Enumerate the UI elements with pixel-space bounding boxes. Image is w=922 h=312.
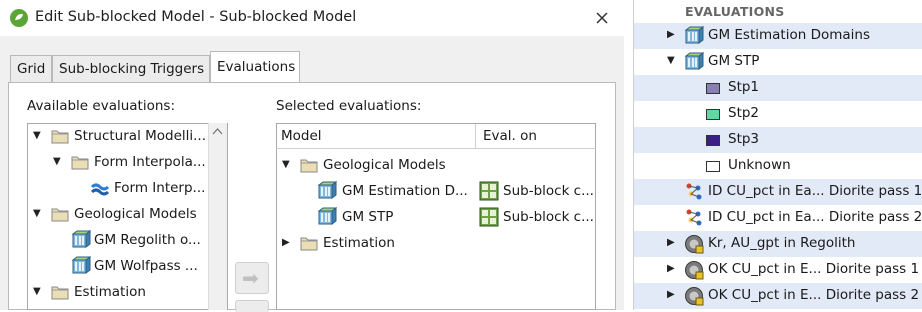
expand-triangle-icon[interactable]: ▼ — [33, 202, 41, 226]
color-swatch[interactable] — [706, 109, 720, 120]
column-model[interactable]: Model — [281, 128, 322, 144]
kriging-icon — [685, 235, 704, 254]
interpolant-icon — [91, 183, 109, 196]
tree-row-id-pass-2[interactable]: ID CU_pct in Ea... Diorite pass 2 — [634, 205, 922, 231]
color-swatch[interactable] — [706, 83, 720, 94]
kriging-icon — [685, 287, 704, 306]
expand-triangle-icon[interactable]: ▼ — [667, 55, 675, 66]
table-row[interactable]: ▶ Estimation — [277, 231, 595, 255]
tree-item[interactable]: ▼ Estimation — [28, 280, 209, 304]
expand-triangle-icon[interactable]: ▶ — [667, 237, 675, 248]
remove-evaluation-button[interactable] — [235, 300, 269, 312]
expand-triangle-icon[interactable]: ▼ — [33, 124, 41, 148]
tree-item[interactable]: GM Wolfpass ... — [28, 254, 209, 278]
legend-row-stp1[interactable]: Stp1 — [634, 75, 922, 101]
tree-row-ok-pass-1[interactable]: ▶ OK CU_pct in E... Diorite pass 1 — [634, 257, 922, 283]
kriging-icon — [685, 261, 704, 280]
expand-triangle-icon[interactable]: ▶ — [667, 29, 675, 40]
selected-evaluations-label: Selected evaluations: — [276, 98, 422, 114]
tree-item[interactable]: ▼ Form Interpola... — [28, 150, 209, 174]
folder-icon — [300, 159, 318, 173]
tree-row-id-pass-1[interactable]: ID CU_pct in Ea... Diorite pass 1 — [634, 179, 922, 205]
geomodel-icon — [685, 26, 704, 44]
table-row[interactable]: GM Estimation D... Sub-block c... — [277, 179, 595, 203]
geomodel-icon — [72, 256, 91, 274]
folder-icon — [51, 208, 69, 222]
app-logo-icon — [10, 9, 28, 27]
sub-block-icon — [479, 207, 499, 227]
evaluations-heading: EVALUATIONS — [685, 4, 785, 19]
color-swatch[interactable] — [706, 161, 720, 172]
geomodel-icon — [685, 52, 704, 70]
column-divider[interactable] — [475, 124, 476, 149]
add-evaluation-button[interactable]: ➡ — [235, 262, 269, 294]
tree-row-ok-pass-2[interactable]: ▶ OK CU_pct in E... Diorite pass 2 — [634, 283, 922, 309]
expand-triangle-icon[interactable]: ▶ — [667, 263, 675, 274]
sub-block-icon — [479, 181, 499, 201]
folder-icon — [51, 130, 69, 144]
expand-triangle-icon[interactable]: ▶ — [667, 289, 675, 300]
estimator-icon — [686, 209, 702, 226]
column-eval-on[interactable]: Eval. on — [483, 128, 537, 144]
available-scrollbar[interactable] — [208, 123, 227, 310]
tree-item[interactable]: ▼ Geological Models — [28, 202, 209, 226]
geomodel-icon — [318, 181, 337, 199]
legend-row-stp2[interactable]: Stp2 — [634, 101, 922, 127]
estimator-icon — [686, 183, 702, 200]
table-header: Model Eval. on — [276, 123, 596, 149]
tree-item[interactable]: ▼ Structural Modelli... — [28, 124, 209, 148]
tree-item[interactable]: Form Interp... — [28, 176, 209, 200]
tree-row-gm-estimation-domains[interactable]: ▶ GM Estimation Domains — [634, 23, 922, 49]
expand-triangle-icon[interactable]: ▼ — [53, 150, 61, 174]
tree-row-gm-stp[interactable]: ▼ GM STP — [634, 49, 922, 75]
folder-icon — [51, 286, 69, 300]
expand-triangle-icon[interactable]: ▶ — [282, 231, 290, 255]
folder-icon — [300, 237, 318, 251]
table-row[interactable]: ▼ Geological Models — [277, 153, 595, 177]
tab-sub-blocking-triggers[interactable]: Sub-blocking Triggers — [52, 55, 210, 82]
legend-row-unknown[interactable]: Unknown — [634, 153, 922, 179]
edit-dialog: Edit Sub-blocked Model - Sub-blocked Mod… — [0, 0, 624, 312]
tab-evaluations[interactable]: Evaluations — [210, 51, 300, 82]
expand-triangle-icon[interactable]: ▼ — [33, 280, 41, 304]
arrow-right-icon: ➡ — [242, 266, 259, 290]
title-bar: Edit Sub-blocked Model - Sub-blocked Mod… — [0, 0, 624, 36]
table-row[interactable]: GM STP Sub-block c... — [277, 205, 595, 229]
available-evaluations-label: Available evaluations: — [27, 98, 175, 114]
available-evaluations-tree[interactable]: ▼ Structural Modelli... ▼ Form Interpola… — [27, 123, 228, 310]
tree-row-kr-au-regolith[interactable]: ▶ Kr, AU_gpt in Regolith — [634, 231, 922, 257]
expand-triangle-icon[interactable]: ▼ — [282, 153, 290, 177]
close-button[interactable] — [590, 6, 614, 30]
tab-grid[interactable]: Grid — [10, 55, 52, 82]
color-swatch[interactable] — [706, 135, 720, 146]
legend-row-stp3[interactable]: Stp3 — [634, 127, 922, 153]
geomodel-icon — [318, 207, 337, 225]
close-icon[interactable] — [590, 6, 614, 30]
window-title: Edit Sub-blocked Model - Sub-blocked Mod… — [35, 9, 357, 25]
project-tree-panel: EVALUATIONS ▶ GM Estimation Domains ▼ GM… — [633, 0, 922, 310]
tree-item[interactable]: GM Regolith o... — [28, 228, 209, 252]
geomodel-icon — [72, 230, 91, 248]
scroll-up-icon[interactable] — [209, 125, 226, 139]
folder-icon — [71, 156, 89, 170]
